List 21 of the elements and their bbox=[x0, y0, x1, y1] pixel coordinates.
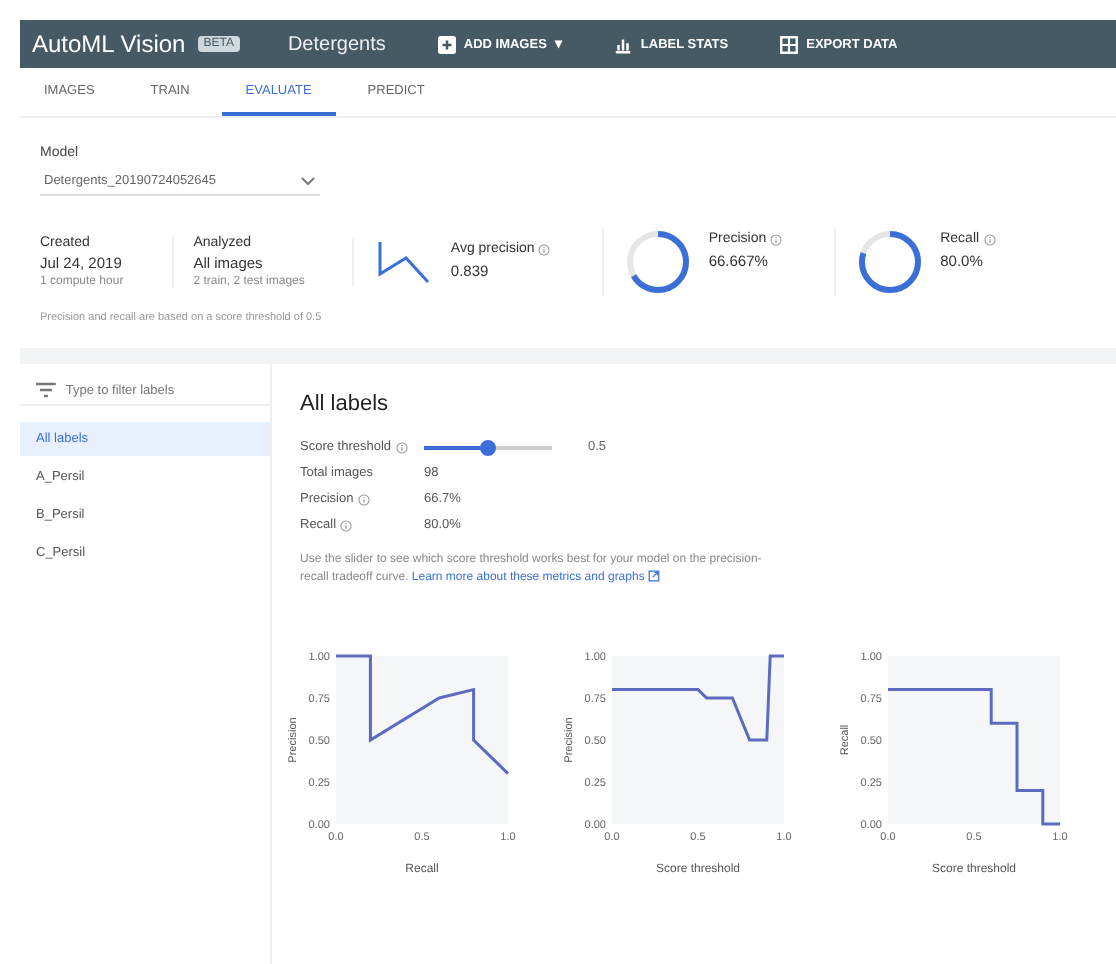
filter-icon bbox=[36, 382, 56, 398]
line-series bbox=[334, 654, 510, 776]
info-icon[interactable] bbox=[395, 441, 408, 453]
line-series bbox=[886, 688, 1062, 826]
chevron-down-icon bbox=[300, 176, 316, 186]
grid-icon bbox=[780, 35, 799, 53]
info-icon[interactable] bbox=[538, 243, 551, 255]
bar-chart-icon bbox=[614, 35, 633, 53]
external-link-icon[interactable] bbox=[648, 570, 660, 583]
info-icon[interactable] bbox=[983, 233, 996, 245]
info-icon[interactable] bbox=[357, 493, 370, 505]
section-title: All labels bbox=[300, 392, 391, 416]
add-icon bbox=[437, 35, 456, 53]
ring-gauge bbox=[624, 228, 693, 296]
dataset-name: Detergents bbox=[287, 33, 386, 55]
ring-gauge bbox=[856, 228, 925, 296]
product-title: AutoML Vision bbox=[32, 30, 186, 58]
info-icon[interactable] bbox=[340, 519, 353, 531]
curve-icon bbox=[374, 238, 435, 286]
line-series bbox=[610, 654, 786, 742]
info-icon[interactable] bbox=[770, 233, 783, 245]
